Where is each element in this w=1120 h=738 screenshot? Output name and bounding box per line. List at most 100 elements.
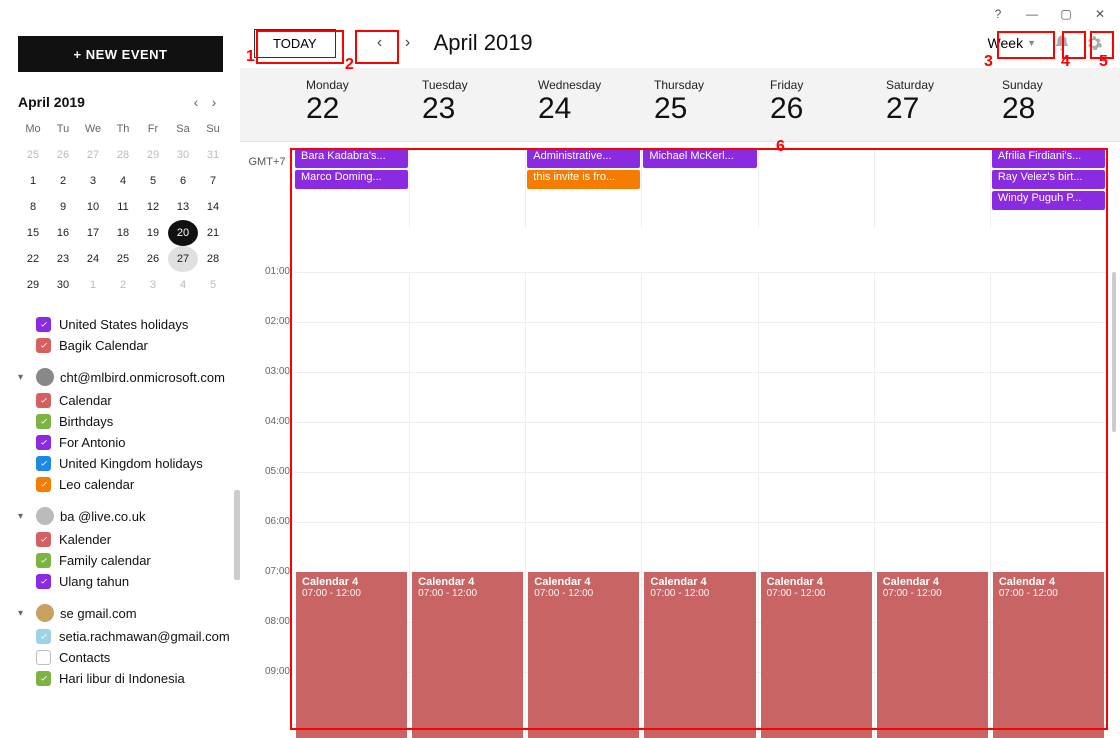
calendar-checkbox[interactable] xyxy=(36,671,51,686)
calendar-event[interactable]: Calendar 407:00 - 12:00 xyxy=(877,572,988,738)
allday-event[interactable]: Windy Puguh P... xyxy=(992,191,1105,210)
mini-day[interactable]: 16 xyxy=(48,220,78,246)
allday-event[interactable]: Bara Kadabra's... xyxy=(295,149,408,168)
mini-day[interactable]: 29 xyxy=(138,142,168,168)
hour-column[interactable]: Calendar 407:00 - 12:00 xyxy=(990,272,1106,738)
mini-day[interactable]: 30 xyxy=(168,142,198,168)
calendar-item[interactable]: Family calendar xyxy=(18,550,233,571)
mini-day[interactable]: 27 xyxy=(168,246,198,272)
allday-column[interactable] xyxy=(758,148,874,228)
mini-day[interactable]: 28 xyxy=(198,246,228,272)
allday-column[interactable]: Afrilia Firdiani's...Ray Velez's birt...… xyxy=(990,148,1106,228)
calendar-checkbox[interactable] xyxy=(36,317,51,332)
mini-day[interactable]: 6 xyxy=(168,168,198,194)
mini-day[interactable]: 1 xyxy=(18,168,48,194)
mini-day[interactable]: 29 xyxy=(18,272,48,298)
mini-day[interactable]: 1 xyxy=(78,272,108,298)
day-header[interactable]: Tuesday23 xyxy=(410,68,526,141)
calendar-event[interactable]: Calendar 407:00 - 12:00 xyxy=(296,572,407,738)
mini-day[interactable]: 21 xyxy=(198,220,228,246)
settings-icon[interactable] xyxy=(1082,31,1106,55)
mini-day[interactable]: 2 xyxy=(48,168,78,194)
allday-event[interactable]: Marco Doming... xyxy=(295,170,408,189)
day-header[interactable]: Monday22 xyxy=(294,68,410,141)
allday-event[interactable]: Afrilia Firdiani's... xyxy=(992,149,1105,168)
mini-day[interactable]: 3 xyxy=(138,272,168,298)
calendar-item[interactable]: Bagik Calendar xyxy=(18,335,233,356)
calendar-group-header[interactable]: ▾se gmail.com xyxy=(18,600,233,626)
allday-column[interactable]: Bara Kadabra's... Marco Doming... xyxy=(294,148,409,228)
calendar-group-header[interactable]: ▾cht@mlbird.onmicrosoft.com xyxy=(18,364,233,390)
mini-day[interactable]: 15 xyxy=(18,220,48,246)
calendar-item[interactable]: Calendar xyxy=(18,390,233,411)
notifications-icon[interactable] xyxy=(1050,31,1074,55)
day-header[interactable]: Wednesday24 xyxy=(526,68,642,141)
calendar-checkbox[interactable] xyxy=(36,629,51,644)
mini-day[interactable]: 18 xyxy=(108,220,138,246)
calendar-checkbox[interactable] xyxy=(36,553,51,568)
mini-day[interactable]: 19 xyxy=(138,220,168,246)
mini-day[interactable]: 14 xyxy=(198,194,228,220)
mini-day[interactable]: 31 xyxy=(198,142,228,168)
allday-event[interactable]: this invite is fro... xyxy=(527,170,640,189)
mini-day[interactable]: 7 xyxy=(198,168,228,194)
mini-day[interactable]: 30 xyxy=(48,272,78,298)
allday-event[interactable]: Michael McKerl... xyxy=(643,149,756,168)
calendar-item[interactable]: Ulang tahun xyxy=(18,571,233,592)
calendar-event[interactable]: Calendar 407:00 - 12:00 xyxy=(412,572,523,738)
calendar-group-header[interactable]: ▾ba @live.co.uk xyxy=(18,503,233,529)
mini-day[interactable]: 4 xyxy=(168,272,198,298)
calendar-item[interactable]: Contacts xyxy=(18,647,233,668)
view-selector[interactable]: Week ▼ xyxy=(982,31,1042,55)
calendar-item[interactable]: Kalender xyxy=(18,529,233,550)
day-header[interactable]: Thursday25 xyxy=(642,68,758,141)
mini-prev-icon[interactable]: ‹ xyxy=(187,94,205,110)
calendar-checkbox[interactable] xyxy=(36,574,51,589)
calendar-checkbox[interactable] xyxy=(36,435,51,450)
hour-column[interactable]: Calendar 407:00 - 12:00 xyxy=(874,272,990,738)
mini-day[interactable]: 12 xyxy=(138,194,168,220)
mini-day[interactable]: 13 xyxy=(168,194,198,220)
calendar-checkbox[interactable] xyxy=(36,338,51,353)
allday-event[interactable]: Administrative... xyxy=(527,149,640,168)
mini-day[interactable]: 9 xyxy=(48,194,78,220)
calendar-checkbox[interactable] xyxy=(36,393,51,408)
mini-day[interactable]: 26 xyxy=(138,246,168,272)
hour-column[interactable]: Calendar 407:00 - 12:00 xyxy=(294,272,409,738)
mini-day[interactable]: 23 xyxy=(48,246,78,272)
mini-day[interactable]: 26 xyxy=(48,142,78,168)
mini-day[interactable]: 4 xyxy=(108,168,138,194)
hour-column[interactable]: Calendar 407:00 - 12:00 xyxy=(525,272,641,738)
mini-day[interactable]: 22 xyxy=(18,246,48,272)
mini-day[interactable]: 25 xyxy=(18,142,48,168)
allday-column[interactable]: Michael McKerl... xyxy=(641,148,757,228)
calendar-event[interactable]: Calendar 407:00 - 12:00 xyxy=(761,572,872,738)
hour-column[interactable]: Calendar 407:00 - 12:00 xyxy=(409,272,525,738)
calendar-item[interactable]: Hari libur di Indonesia xyxy=(18,668,233,689)
mini-day[interactable]: 5 xyxy=(198,272,228,298)
hour-column[interactable]: Calendar 407:00 - 12:00 xyxy=(641,272,757,738)
mini-day[interactable]: 3 xyxy=(78,168,108,194)
mini-day[interactable]: 2 xyxy=(108,272,138,298)
calendar-checkbox[interactable] xyxy=(36,477,51,492)
day-header[interactable]: Saturday27 xyxy=(874,68,990,141)
calendar-checkbox[interactable] xyxy=(36,650,51,665)
mini-day[interactable]: 27 xyxy=(78,142,108,168)
calendar-item[interactable]: United States holidays xyxy=(18,314,233,335)
calendar-event[interactable]: Calendar 407:00 - 12:00 xyxy=(644,572,755,738)
calendar-event[interactable]: Calendar 407:00 - 12:00 xyxy=(528,572,639,738)
mini-day[interactable]: 8 xyxy=(18,194,48,220)
grid-scrollbar[interactable] xyxy=(1108,272,1118,738)
calendar-item[interactable]: United Kingdom holidays xyxy=(18,453,233,474)
mini-day[interactable]: 10 xyxy=(78,194,108,220)
allday-column[interactable] xyxy=(409,148,525,228)
hour-column[interactable]: Calendar 407:00 - 12:00 xyxy=(758,272,874,738)
calendar-item[interactable]: Leo calendar xyxy=(18,474,233,495)
calendar-item[interactable]: Birthdays xyxy=(18,411,233,432)
allday-column[interactable]: Administrative... this invite is fro... xyxy=(525,148,641,228)
calendar-item[interactable]: For Antonio xyxy=(18,432,233,453)
day-header[interactable]: Sunday28 xyxy=(990,68,1106,141)
mini-day[interactable]: 17 xyxy=(78,220,108,246)
calendar-event[interactable]: Calendar 407:00 - 12:00 xyxy=(993,572,1104,738)
next-week-icon[interactable]: › xyxy=(398,29,418,57)
